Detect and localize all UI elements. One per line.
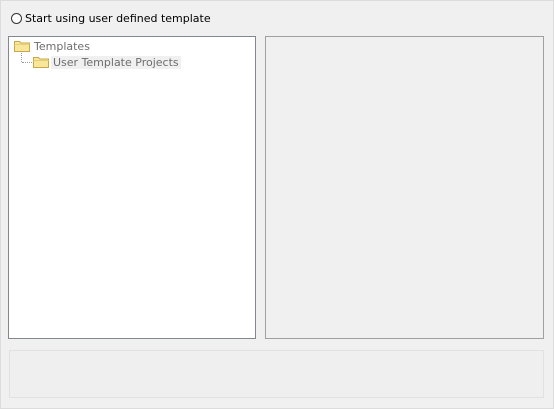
folder-icon: [14, 41, 30, 52]
template-dialog-frame: Start using user defined template Templa…: [0, 0, 554, 409]
user-template-radio-option[interactable]: Start using user defined template: [11, 11, 211, 25]
tree-connector: [21, 53, 22, 62]
tree-node-label: Templates: [34, 39, 90, 53]
template-preview-panel: [265, 36, 544, 339]
template-description-panel: [9, 350, 544, 398]
folder-icon: [33, 57, 49, 68]
tree-node-templates[interactable]: Templates: [14, 39, 92, 53]
user-template-radio-label[interactable]: Start using user defined template: [25, 12, 211, 25]
tree-connector: [22, 62, 32, 63]
tree-node-user-template-projects[interactable]: User Template Projects: [33, 55, 181, 69]
tree-node-label: User Template Projects: [51, 55, 181, 69]
user-template-radio[interactable]: [11, 12, 22, 24]
template-tree-view[interactable]: Templates User Template Projects: [8, 36, 256, 339]
